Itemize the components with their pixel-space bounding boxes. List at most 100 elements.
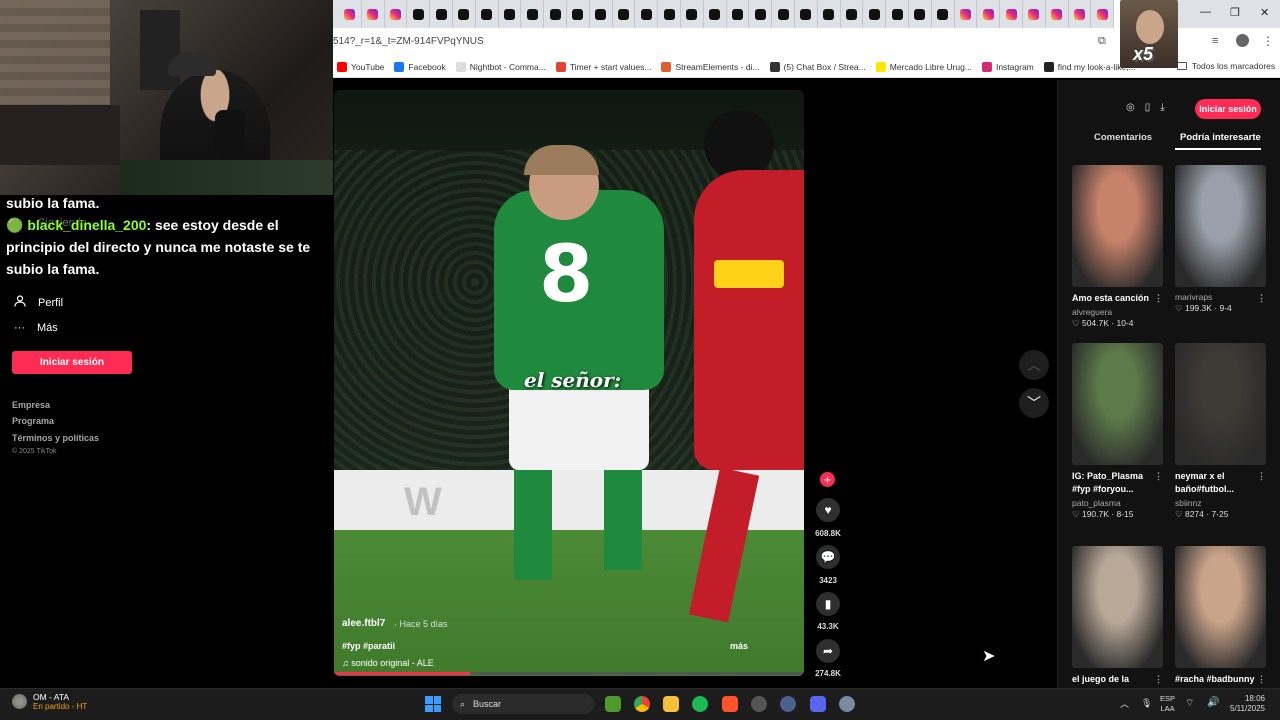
browser-tab[interactable] (362, 0, 385, 28)
previous-video-button[interactable]: ︿ (1019, 350, 1049, 380)
browser-tab[interactable] (841, 0, 864, 28)
browser-tab[interactable] (886, 0, 909, 28)
bookmark-item[interactable]: Timer + start values... (555, 61, 651, 72)
suggested-video-card[interactable]: IG: Pato_Plasma #fyp #foryou... ⋮ pato_pla… (1072, 343, 1163, 520)
footer-link-empresa[interactable]: Empresa (12, 400, 50, 410)
minimize-icon[interactable]: — (1200, 6, 1211, 18)
login-button-left[interactable]: Iniciar sesión (12, 351, 132, 374)
save-button[interactable]: ▮ (816, 592, 840, 616)
browser-tab[interactable] (932, 0, 955, 28)
like-button[interactable]: ♥ (816, 498, 840, 522)
login-button-right[interactable]: Iniciar sesión (1195, 99, 1261, 119)
install-icon[interactable]: ⧉ (1098, 35, 1106, 48)
close-window-icon[interactable]: ✕ (1260, 6, 1269, 19)
taskbar-widget[interactable]: OM - ATA En partido - HT (12, 692, 87, 711)
bookmark-item[interactable]: Facebook (394, 61, 446, 72)
bookmark-item[interactable]: Mercado Libre Urug... (875, 61, 972, 72)
bookmark-item[interactable]: StreamElements - di... (661, 61, 760, 72)
browser-tab[interactable] (749, 0, 773, 28)
video-author[interactable]: alee.ftbl7 (342, 618, 385, 629)
browser-tab[interactable] (681, 0, 704, 28)
video-more-link[interactable]: más (730, 641, 748, 651)
browser-tab[interactable] (1000, 0, 1023, 28)
browser-tab[interactable] (955, 0, 978, 28)
nav-profile[interactable]: Perfil (14, 295, 63, 310)
suggested-video-card[interactable]: neymar x el baño#futbol... ⋮ sbiinnz ♡ 8274… (1175, 343, 1266, 520)
card-author[interactable]: pato_plasma (1072, 498, 1163, 508)
share-button[interactable]: ➦ (816, 639, 840, 663)
video-thumbnail[interactable] (1175, 546, 1266, 668)
bookmark-item[interactable]: (5) Chat Box / Strea... (769, 61, 866, 72)
video-thumbnail[interactable] (1072, 165, 1163, 287)
taskbar-search[interactable]: ⌕ Buscar (452, 694, 594, 714)
footer-link-terminos[interactable]: Términos y políticas (12, 433, 99, 443)
bookmark-item[interactable]: YouTube (337, 61, 384, 72)
video-player[interactable]: W 8 el señor: alee.ftbl7 · Hace 5 días #… (334, 90, 804, 676)
browser-tab[interactable] (909, 0, 932, 28)
brave-icon[interactable] (722, 696, 738, 712)
download-icon[interactable]: ⤓ (1160, 102, 1164, 113)
card-options-icon[interactable]: ⋮ (1154, 673, 1163, 686)
browser-tab[interactable] (795, 0, 818, 28)
browser-tab[interactable] (772, 0, 795, 28)
browser-tab[interactable] (521, 0, 545, 28)
discord-icon[interactable] (810, 696, 826, 712)
browser-tab[interactable] (339, 0, 362, 28)
suggested-video-card[interactable]: ⋮ marivraps ♡ 199.3K · 9-4 (1175, 165, 1266, 314)
browser-tab[interactable] (385, 0, 408, 28)
browser-tab[interactable] (1046, 0, 1069, 28)
browser-tab[interactable] (863, 0, 887, 28)
video-thumbnail[interactable] (1072, 546, 1163, 668)
card-options-icon[interactable]: ⋮ (1154, 292, 1163, 305)
settings-icon[interactable] (839, 696, 855, 712)
suggested-video-card[interactable]: #racha #badbunny #españa...⋮ (1175, 546, 1266, 699)
volume-icon[interactable]: 🔊 (1207, 697, 1219, 708)
follow-plus-button[interactable]: + (820, 472, 835, 487)
video-thumbnail[interactable] (1072, 343, 1163, 465)
browser-tab[interactable] (590, 0, 613, 28)
browser-tab[interactable] (658, 0, 681, 28)
device-icon[interactable]: ▯ (1145, 102, 1151, 113)
browser-tab[interactable] (499, 0, 522, 28)
url-text[interactable]: 514?_r=1&_t=ZM-914FVPqYNUS (333, 36, 484, 47)
browser-tab[interactable] (567, 0, 590, 28)
browser-tab[interactable] (430, 0, 453, 28)
card-author[interactable]: sbiinnz (1175, 498, 1266, 508)
tab-suggested[interactable]: Podría interesarte (1180, 132, 1261, 143)
browser-tab[interactable] (977, 0, 1001, 28)
browser-tab[interactable] (476, 0, 499, 28)
card-author[interactable]: marivraps (1175, 292, 1266, 302)
taskbar-clock[interactable]: 18:06 5/11/2025 (1230, 694, 1265, 714)
maximize-icon[interactable]: ❐ (1230, 6, 1240, 19)
footer-link-programa[interactable]: Programa (12, 416, 54, 426)
browser-tab[interactable] (613, 0, 636, 28)
suggested-video-card[interactable]: Amo esta canción ⋮ alvreguera ♡ 504.7K · 10… (1072, 165, 1163, 329)
browser-tab[interactable] (1069, 0, 1092, 28)
video-hashtags[interactable]: #fyp #paratii (342, 641, 395, 651)
microphone-icon[interactable]: 🎙 (1141, 698, 1152, 709)
bookmark-item[interactable]: Nightbot - Comma... (455, 61, 546, 72)
browser-tab[interactable] (544, 0, 567, 28)
video-progress-bar[interactable] (334, 672, 804, 675)
browser-tab[interactable] (727, 0, 750, 28)
video-sound[interactable]: ♫ sonido original - ALE (342, 658, 434, 668)
language-indicator[interactable]: ESP LAA (1160, 694, 1175, 714)
comment-button[interactable]: 💬 (816, 545, 840, 569)
video-thumbnail[interactable] (1175, 165, 1266, 287)
card-options-icon[interactable]: ⋮ (1257, 470, 1266, 483)
suggested-video-card[interactable]: el juego de la lámpara y Aladin...⋮ (1072, 546, 1163, 699)
card-options-icon[interactable]: ⋮ (1257, 673, 1266, 686)
obs-icon[interactable] (751, 696, 767, 712)
bookmark-item[interactable]: Instagram (981, 61, 1034, 72)
nav-more[interactable]: ··· Más (14, 322, 58, 334)
network-icon[interactable]: ⌔ (1185, 697, 1194, 710)
compass-icon[interactable]: ◎ (1126, 102, 1135, 113)
browser-tab[interactable] (407, 0, 431, 28)
tab-comments[interactable]: Comentarios (1094, 132, 1152, 143)
file-explorer-icon[interactable] (663, 696, 679, 712)
chrome-icon[interactable] (634, 696, 650, 712)
browser-tab[interactable] (635, 0, 659, 28)
kebab-menu-icon[interactable]: ⋮ (1262, 34, 1274, 48)
card-options-icon[interactable]: ⋮ (1257, 292, 1266, 305)
menu-lines-icon[interactable]: ≡ (1212, 35, 1218, 47)
